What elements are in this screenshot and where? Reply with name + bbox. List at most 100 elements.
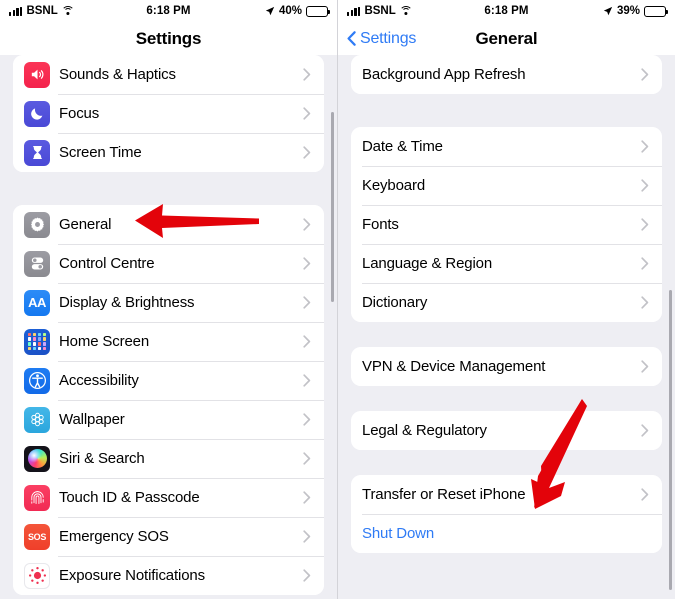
shut-down-label: Shut Down: [362, 525, 435, 542]
sidebar-item-screen-time[interactable]: Screen Time: [13, 133, 324, 172]
sidebar-item-accessibility[interactable]: Accessibility: [13, 361, 324, 400]
list-item-label: Fonts: [362, 216, 399, 233]
list-item-label: Transfer or Reset iPhone: [362, 486, 526, 503]
chevron-right-icon: [303, 530, 311, 543]
group-general: General Control Centre AA Display & Brig…: [13, 205, 324, 595]
sidebar-item-touch-id-passcode[interactable]: Touch ID & Passcode: [13, 478, 324, 517]
sidebar-item-control-centre[interactable]: Control Centre: [13, 244, 324, 283]
chevron-right-icon: [641, 257, 649, 270]
aa-text-icon: AA: [24, 289, 50, 316]
right-phone-general-screen: BSNL 6:18 PM 39% Settings General Backgr…: [338, 0, 675, 599]
chevron-right-icon: [641, 140, 649, 153]
sidebar-item-label: Control Centre: [59, 255, 155, 272]
list-item-label: Date & Time: [362, 138, 443, 155]
list-item-label: Legal & Regulatory: [362, 422, 487, 439]
chevron-right-icon: [303, 107, 311, 120]
list-item-fonts[interactable]: Fonts: [351, 205, 662, 244]
right-scrollbar[interactable]: [669, 290, 672, 590]
sidebar-item-label: Wallpaper: [59, 411, 125, 428]
speaker-icon: [24, 61, 50, 88]
chevron-right-icon: [641, 296, 649, 309]
list-item-legal-regulatory[interactable]: Legal & Regulatory: [351, 411, 662, 450]
location-arrow-icon: [603, 6, 613, 16]
status-right-cluster: 40%: [265, 5, 331, 17]
battery-percent-label: 40%: [278, 5, 302, 17]
group-sounds: Sounds & Haptics Focus Screen Time: [13, 55, 324, 172]
sidebar-item-wallpaper[interactable]: Wallpaper: [13, 400, 324, 439]
group-reset: Transfer or Reset iPhone Shut Down: [351, 475, 662, 553]
right-settings-list[interactable]: Background App Refresh Date & Time Keybo…: [338, 55, 675, 599]
sos-icon: SOS: [24, 523, 50, 550]
sidebar-item-label: Siri & Search: [59, 450, 145, 467]
sidebar-item-label: Sounds & Haptics: [59, 66, 176, 83]
sidebar-item-label: Screen Time: [59, 144, 142, 161]
left-status-bar: BSNL 6:18 PM 40%: [0, 0, 337, 22]
chevron-right-icon: [303, 335, 311, 348]
hourglass-icon: [24, 139, 50, 166]
sidebar-item-sounds-haptics[interactable]: Sounds & Haptics: [13, 55, 324, 94]
list-item-language-region[interactable]: Language & Region: [351, 244, 662, 283]
back-button-label: Settings: [360, 29, 417, 47]
battery-icon: [306, 5, 331, 17]
sidebar-item-label: Accessibility: [59, 372, 139, 389]
list-item-background-app-refresh[interactable]: Background App Refresh: [351, 55, 662, 94]
chevron-right-icon: [303, 569, 311, 582]
status-right-cluster: 39%: [603, 5, 669, 17]
left-nav-bar: Settings: [0, 22, 337, 55]
sidebar-item-siri-search[interactable]: Siri & Search: [13, 439, 324, 478]
right-status-bar: BSNL 6:18 PM 39%: [338, 0, 675, 22]
flower-icon: [24, 406, 50, 433]
list-item-dictionary[interactable]: Dictionary: [351, 283, 662, 322]
list-item-keyboard[interactable]: Keyboard: [351, 166, 662, 205]
sidebar-item-label: Display & Brightness: [59, 294, 195, 311]
sidebar-item-general[interactable]: General: [13, 205, 324, 244]
sidebar-item-exposure-notifications[interactable]: Exposure Notifications: [13, 556, 324, 595]
battery-icon: [644, 5, 669, 17]
sidebar-item-label: Emergency SOS: [59, 528, 169, 545]
list-item-label: Dictionary: [362, 294, 428, 311]
sidebar-item-label: Focus: [59, 105, 100, 122]
app-grid-icon: [24, 328, 50, 355]
chevron-right-icon: [303, 296, 311, 309]
location-arrow-icon: [265, 6, 275, 16]
chevron-right-icon: [303, 491, 311, 504]
left-scrollbar[interactable]: [331, 112, 334, 302]
sidebar-item-home-screen[interactable]: Home Screen: [13, 322, 324, 361]
list-item-vpn-device-management[interactable]: VPN & Device Management: [351, 347, 662, 386]
group-legal: Legal & Regulatory: [351, 411, 662, 450]
sidebar-item-label: Exposure Notifications: [59, 567, 205, 584]
left-settings-list[interactable]: Sounds & Haptics Focus Screen Time Gener…: [0, 55, 337, 599]
group-background: Background App Refresh: [351, 55, 662, 94]
list-item-shut-down[interactable]: Shut Down: [351, 514, 662, 553]
toggles-icon: [24, 250, 50, 277]
list-item-label: Language & Region: [362, 255, 493, 272]
group-datetime: Date & Time Keyboard Fonts Language & Re…: [351, 127, 662, 322]
siri-orb-icon: [24, 445, 50, 472]
chevron-right-icon: [303, 146, 311, 159]
group-vpn: VPN & Device Management: [351, 347, 662, 386]
sidebar-item-focus[interactable]: Focus: [13, 94, 324, 133]
sidebar-item-display-brightness[interactable]: AA Display & Brightness: [13, 283, 324, 322]
accessibility-icon: [24, 367, 50, 394]
chevron-left-icon: [347, 31, 356, 46]
back-button[interactable]: Settings: [347, 30, 416, 48]
list-item-label: Background App Refresh: [362, 66, 526, 83]
chevron-right-icon: [303, 68, 311, 81]
chevron-right-icon: [641, 179, 649, 192]
sidebar-item-label: General: [59, 216, 112, 233]
right-nav-bar: Settings General: [338, 22, 675, 55]
sidebar-item-emergency-sos[interactable]: SOS Emergency SOS: [13, 517, 324, 556]
dual-screenshot-comparison: BSNL 6:18 PM 40% Settings Sounds & Hapti…: [0, 0, 675, 599]
chevron-right-icon: [303, 218, 311, 231]
chevron-right-icon: [303, 413, 311, 426]
sidebar-item-label: Touch ID & Passcode: [59, 489, 200, 506]
gear-icon: [24, 211, 50, 238]
sidebar-item-label: Home Screen: [59, 333, 150, 350]
list-item-date-time[interactable]: Date & Time: [351, 127, 662, 166]
chevron-right-icon: [641, 424, 649, 437]
list-item-transfer-or-reset-iphone[interactable]: Transfer or Reset iPhone: [351, 475, 662, 514]
chevron-right-icon: [303, 374, 311, 387]
